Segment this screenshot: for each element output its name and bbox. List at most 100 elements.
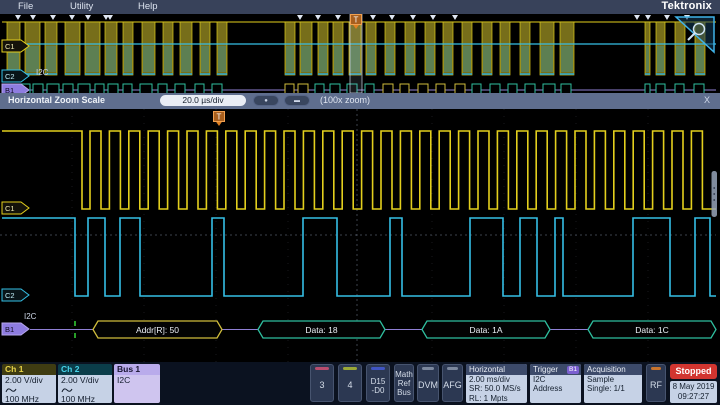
zoom-scale-value[interactable]: 20.0 µs/div xyxy=(160,95,246,106)
overview-clock-burst xyxy=(656,22,665,75)
dvm-button[interactable]: DVM xyxy=(417,364,439,402)
svg-text:C1: C1 xyxy=(5,42,15,51)
trigger-panel[interactable]: Trigger B1 I2C Address xyxy=(530,364,581,403)
overview-clock-burst xyxy=(123,22,133,75)
bus-decode-box[interactable]: Addr[R]: 50 xyxy=(93,321,222,338)
overview-svg: TC1C2B1I2C xyxy=(0,14,720,93)
zoom-factor-label: (100x zoom) xyxy=(320,95,370,105)
overview-bus-packet xyxy=(645,84,650,93)
horizontal-panel[interactable]: Horizontal 2.00 ms/div SR: 50.0 MS/s RL:… xyxy=(466,364,527,403)
svg-text:I2C: I2C xyxy=(36,68,49,77)
overview-clock-burst xyxy=(462,22,472,75)
waveform-scroll-handle[interactable] xyxy=(712,171,718,217)
overview-bus-packet xyxy=(315,84,324,93)
afg-label: AFG xyxy=(443,381,462,390)
overview-clock-burst xyxy=(443,22,453,75)
math-ref-bus-button[interactable]: Math Ref Bus xyxy=(394,364,414,402)
overview-clock-burst xyxy=(163,22,173,75)
overview-bus-packet xyxy=(285,84,294,93)
overview-bus-packet xyxy=(490,84,500,93)
acquisition-panel[interactable]: Acquisition Sample Single: 1/1 xyxy=(584,364,642,403)
channel2-title: Ch 2 xyxy=(58,364,112,375)
overview-clock-burst xyxy=(85,22,100,75)
rf-button[interactable]: RF xyxy=(646,364,666,402)
menu-utility[interactable]: Utility xyxy=(70,1,93,12)
channel3-button[interactable]: 3 xyxy=(310,364,334,402)
bus1-badge[interactable]: Bus 1 I2C xyxy=(114,364,160,403)
overview-bus-packet xyxy=(330,84,340,93)
overview-bus-packet xyxy=(543,84,555,93)
overview-bus-packet xyxy=(175,84,185,93)
waveform-overview[interactable]: TC1C2B1I2C xyxy=(0,14,720,93)
svg-text:C2: C2 xyxy=(5,291,15,300)
channel1-title: Ch 1 xyxy=(2,364,56,375)
channel4-button[interactable]: 4 xyxy=(338,364,362,402)
channel4-label: 4 xyxy=(347,381,352,390)
zoom-waveform-view[interactable]: Addr[R]: 50 Data: 18 Data: 1A Data: 1C T C1 C2… xyxy=(0,109,720,364)
horizontal-sample-rate: SR: 50.0 MS/s xyxy=(466,384,527,393)
overview-clock-burst xyxy=(405,22,415,75)
horizontal-record-length: RL: 1 Mpts xyxy=(466,394,527,403)
dvm-label: DVM xyxy=(418,381,438,390)
acquisition-count: Single: 1/1 xyxy=(584,384,642,393)
overview-clock-burst xyxy=(482,22,492,75)
digital-label-1: D15 xyxy=(371,377,386,386)
overview-bus-packet xyxy=(525,84,535,93)
overview-clock-burst xyxy=(300,22,312,75)
overview-clock-burst xyxy=(318,22,328,75)
overview-bus-packet xyxy=(108,84,118,93)
overview-bus-packet xyxy=(33,84,43,93)
overview-bus-packet xyxy=(365,84,374,93)
digital-channels-button[interactable]: D15 -D0 xyxy=(366,364,390,402)
bus-decode-box[interactable]: Data: 1C xyxy=(588,321,716,338)
overview-bus-packet xyxy=(455,84,465,93)
overview-clock-burst xyxy=(65,22,80,75)
overview-clock-burst xyxy=(200,22,210,75)
overview-clock-burst xyxy=(105,22,117,75)
digital-label-2: -D0 xyxy=(372,386,385,395)
overview-clock-burst xyxy=(217,22,227,75)
overview-clock-burst xyxy=(142,22,155,75)
svg-text:C2: C2 xyxy=(5,72,15,81)
bus-decode-box[interactable]: Data: 18 xyxy=(258,321,385,338)
channel2-badge[interactable]: Ch 2 2.00 V/div 100 MHz xyxy=(58,364,112,403)
svg-text:C1: C1 xyxy=(5,204,15,213)
bandwidth-icon xyxy=(5,387,17,393)
overview-bus-packet xyxy=(561,84,571,93)
zoom-knob-a-button[interactable]: ● xyxy=(253,95,279,106)
horizontal-scale: 2.00 ms/div xyxy=(466,375,527,384)
overview-bus-packet xyxy=(298,84,308,93)
svg-text:T: T xyxy=(217,113,222,122)
bus1-title: Bus 1 xyxy=(114,364,160,375)
overview-clock-burst xyxy=(180,22,192,75)
overview-bus-packet xyxy=(675,84,684,93)
zoom-close-button[interactable]: X xyxy=(704,95,710,105)
overview-clock-burst xyxy=(425,22,435,75)
bus-decode-box[interactable]: Data: 1A xyxy=(422,321,550,338)
svg-text:Data: 1C: Data: 1C xyxy=(635,325,669,335)
overview-bus-packet xyxy=(63,84,73,93)
overview-clock-burst xyxy=(366,22,376,75)
overview-clock-burst xyxy=(385,22,395,75)
horizontal-title: Horizontal xyxy=(469,364,505,375)
svg-text:B1: B1 xyxy=(5,325,14,334)
overview-bus-packet xyxy=(418,84,428,93)
channel1-badge[interactable]: Ch 1 2.00 V/div 100 MHz xyxy=(2,364,56,403)
overview-clock-burst xyxy=(540,22,554,75)
run-stop-status[interactable]: Stopped xyxy=(670,364,717,379)
overview-bus-packet xyxy=(47,84,59,93)
zoom-knob-b-button[interactable]: ▬ xyxy=(284,95,310,106)
channel2-vdiv: 2.00 V/div xyxy=(61,376,112,386)
overview-bus-packet xyxy=(123,84,132,93)
svg-text:Data: 18: Data: 18 xyxy=(305,325,337,335)
overview-bus-packet xyxy=(694,84,704,93)
oscilloscope-screen: File Utility Help Tektronix TC1C2B1I2C H… xyxy=(0,0,720,405)
acquisition-title: Acquisition xyxy=(587,364,626,375)
date-time: 8 May 2019 09:27:27 xyxy=(670,381,717,403)
menu-file[interactable]: File xyxy=(18,1,33,12)
zoom-scale-bar: Horizontal Zoom Scale 20.0 µs/div ● ▬ (1… xyxy=(0,93,720,109)
menu-help[interactable]: Help xyxy=(138,1,158,12)
time-label: 09:27:27 xyxy=(670,392,717,402)
svg-text:Data: 1A: Data: 1A xyxy=(469,325,502,335)
afg-button[interactable]: AFG xyxy=(442,364,463,402)
